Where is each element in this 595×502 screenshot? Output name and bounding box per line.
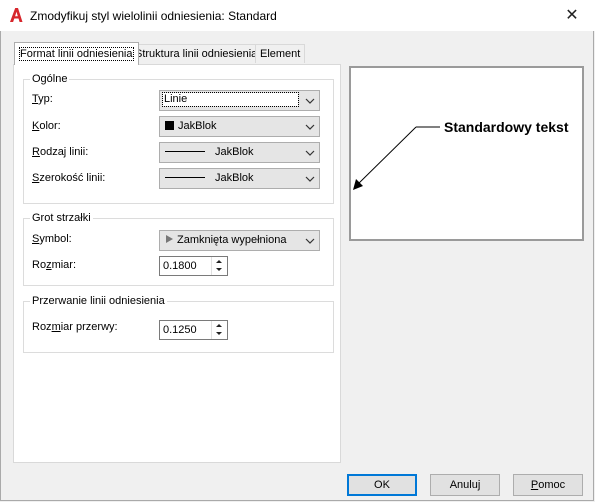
- linetype-label: Rodzaj linii:: [32, 146, 89, 158]
- type-label: Typ:: [32, 93, 53, 105]
- spin-down-button[interactable]: [212, 330, 227, 339]
- color-swatch: [165, 121, 174, 130]
- tab-panel: Ogólne Typ: Linie Kolor: JakBlok Rodzaj …: [13, 64, 341, 463]
- break-size-value[interactable]: 0.1250: [163, 324, 197, 337]
- preview-pane: Standardowy tekst: [349, 66, 584, 241]
- color-label: Kolor:: [32, 120, 61, 132]
- spin-up-button[interactable]: [212, 257, 227, 266]
- line-sample: [165, 151, 205, 152]
- line-sample: [165, 177, 205, 178]
- help-button[interactable]: Pomoc: [513, 474, 583, 496]
- spin-down-button[interactable]: [212, 266, 227, 275]
- arrow-size-label: Rozmiar:: [32, 259, 77, 271]
- close-button[interactable]: ✕: [549, 0, 595, 31]
- spinner-buttons: [211, 321, 227, 339]
- tab-leader-format[interactable]: Format linii odniesienia: [14, 42, 139, 65]
- chevron-down-icon: [305, 124, 315, 130]
- arrow-symbol-select[interactable]: Zamknięta wypełniona: [159, 230, 320, 251]
- cancel-button[interactable]: Anuluj: [430, 474, 500, 496]
- arrow-size-spinner[interactable]: 0.1800: [159, 256, 228, 276]
- break-size-label: Rozmiar przerwy:: [32, 321, 118, 333]
- ok-button[interactable]: OK: [347, 474, 417, 496]
- color-select[interactable]: JakBlok: [159, 116, 320, 137]
- spin-up-button[interactable]: [212, 321, 227, 330]
- tab-leader-structure[interactable]: Struktura linii odniesienia: [130, 44, 263, 63]
- general-group-title: Ogólne: [30, 73, 70, 86]
- chevron-down-icon: [305, 150, 315, 156]
- lineweight-select[interactable]: JakBlok: [159, 168, 320, 189]
- tab-content[interactable]: Element: [255, 44, 306, 63]
- leader-preview-graphic: [353, 126, 440, 190]
- arrow-size-value[interactable]: 0.1800: [163, 260, 197, 273]
- type-select[interactable]: Linie: [159, 90, 320, 111]
- chevron-down-icon: [305, 98, 315, 104]
- title-bar: Zmodyfikuj styl wielolinii odniesienia: …: [0, 0, 595, 31]
- closed-filled-arrow-icon: [166, 235, 173, 243]
- autocad-logo-icon: [10, 8, 23, 22]
- break-size-spinner[interactable]: 0.1250: [159, 320, 228, 340]
- chevron-down-icon: [305, 238, 315, 244]
- symbol-label: Symbol:: [32, 233, 72, 245]
- chevron-down-icon: [305, 176, 315, 182]
- linetype-select[interactable]: JakBlok: [159, 142, 320, 163]
- break-group-title: Przerwanie linii odniesienia: [30, 295, 167, 308]
- spinner-buttons: [211, 257, 227, 275]
- lineweight-label: Szerokość linii:: [32, 172, 106, 184]
- arrowhead-group-title: Grot strzałki: [30, 212, 93, 225]
- preview-text: Standardowy tekst: [444, 119, 569, 135]
- window-title: Zmodyfikuj styl wielolinii odniesienia: …: [30, 9, 277, 23]
